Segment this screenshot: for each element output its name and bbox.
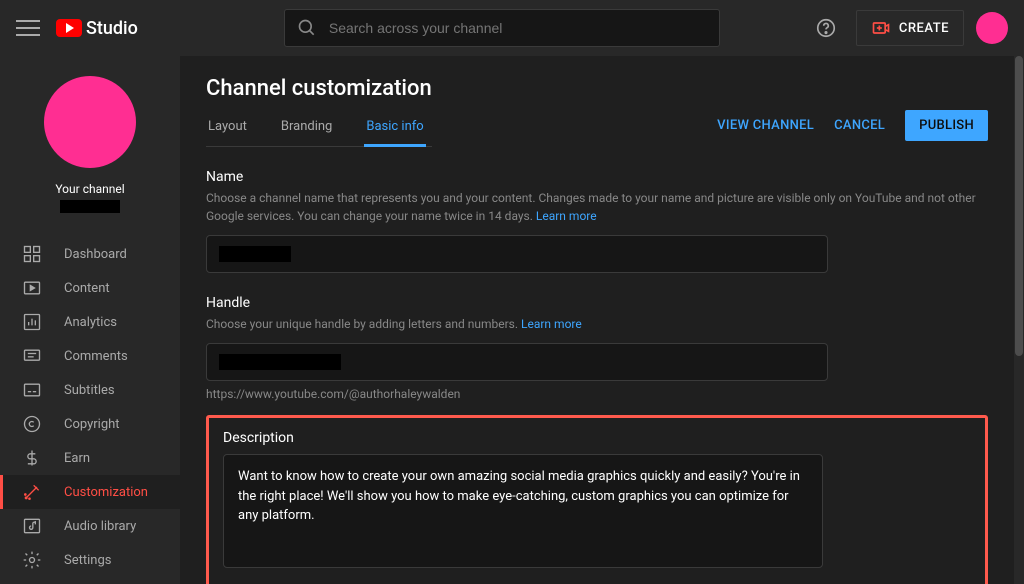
sidebar: Your channel Dashboard Content Analytics…: [0, 56, 180, 584]
name-description: Choose a channel name that represents yo…: [206, 189, 988, 225]
create-label: CREATE: [899, 21, 949, 36]
sidebar-item-copyright[interactable]: Copyright: [0, 407, 180, 441]
nav-label: Subtitles: [64, 383, 115, 398]
sidebar-nav: Dashboard Content Analytics Comments Sub…: [0, 237, 180, 543]
earn-icon: [22, 448, 42, 468]
search-container: [284, 9, 720, 47]
page-actions: VIEW CHANNEL CANCEL PUBLISH: [717, 76, 988, 141]
settings-icon: [22, 550, 42, 570]
name-value-redacted: [219, 246, 291, 262]
nav-label: Copyright: [64, 417, 120, 432]
sidebar-item-dashboard[interactable]: Dashboard: [0, 237, 180, 271]
sidebar-item-customization[interactable]: Customization: [0, 475, 180, 509]
content-icon: [22, 278, 42, 298]
body-layout: Your channel Dashboard Content Analytics…: [0, 56, 1024, 584]
channel-name-redacted: [60, 200, 120, 213]
publish-button[interactable]: PUBLISH: [905, 110, 988, 141]
analytics-icon: [22, 312, 42, 332]
handle-learn-more-link[interactable]: Learn more: [521, 317, 582, 331]
description-highlight-box: Description ADD LANGUAGE: [206, 415, 988, 584]
search-icon: [297, 18, 317, 38]
description-label: Description: [223, 430, 971, 446]
handle-input-field[interactable]: [206, 343, 828, 381]
sidebar-item-earn[interactable]: Earn: [0, 441, 180, 475]
comments-icon: [22, 346, 42, 366]
sidebar-item-comments[interactable]: Comments: [0, 339, 180, 373]
nav-label: Settings: [64, 553, 111, 568]
name-input-field[interactable]: [206, 235, 828, 273]
channel-avatar[interactable]: [44, 76, 136, 168]
tabs: Layout Branding Basic info: [206, 119, 432, 147]
logo-text: Studio: [86, 18, 138, 39]
scrollbar-track[interactable]: [1014, 56, 1024, 584]
sidebar-item-settings[interactable]: Settings: [0, 543, 180, 577]
handle-description: Choose your unique handle by adding lett…: [206, 315, 988, 333]
top-header: Studio CREATE: [0, 0, 1024, 56]
tab-branding[interactable]: Branding: [279, 119, 334, 146]
sidebar-item-audio-library[interactable]: Audio library: [0, 509, 180, 543]
tab-basic-info[interactable]: Basic info: [364, 119, 425, 146]
account-avatar[interactable]: [976, 12, 1008, 44]
help-icon[interactable]: [808, 10, 844, 46]
sidebar-bottom: Settings Send feedback: [0, 543, 180, 584]
nav-label: Content: [64, 281, 110, 296]
create-plus-icon: [871, 18, 891, 38]
sidebar-item-send-feedback[interactable]: Send feedback: [0, 577, 180, 584]
handle-label: Handle: [206, 295, 988, 311]
name-section: Name Choose a channel name that represen…: [206, 169, 988, 273]
page-title: Channel customization: [206, 76, 432, 101]
view-channel-link[interactable]: VIEW CHANNEL: [717, 118, 814, 133]
nav-label: Customization: [64, 485, 148, 500]
search-field[interactable]: [284, 9, 720, 47]
description-textarea[interactable]: [238, 467, 808, 551]
dashboard-icon: [22, 244, 42, 264]
sidebar-item-content[interactable]: Content: [0, 271, 180, 305]
name-learn-more-link[interactable]: Learn more: [536, 209, 597, 223]
description-field[interactable]: [223, 454, 823, 568]
customization-icon: [22, 482, 42, 502]
main-content: Channel customization Layout Branding Ba…: [180, 56, 1014, 584]
description-section-wrapper: Description ADD LANGUAGE: [206, 415, 988, 584]
menu-icon[interactable]: [16, 16, 40, 40]
channel-label: Your channel: [55, 182, 124, 196]
sidebar-item-analytics[interactable]: Analytics: [0, 305, 180, 339]
create-button[interactable]: CREATE: [856, 10, 964, 46]
tab-layout[interactable]: Layout: [206, 119, 249, 146]
search-input[interactable]: [329, 20, 707, 36]
subtitles-icon: [22, 380, 42, 400]
nav-label: Audio library: [64, 519, 136, 534]
nav-label: Comments: [64, 349, 128, 364]
nav-label: Dashboard: [64, 247, 127, 262]
page-header: Channel customization Layout Branding Ba…: [206, 76, 988, 147]
nav-label: Earn: [64, 451, 90, 466]
name-label: Name: [206, 169, 988, 185]
header-actions: CREATE: [808, 10, 1008, 46]
cancel-button[interactable]: CANCEL: [834, 118, 885, 133]
copyright-icon: [22, 414, 42, 434]
youtube-play-icon: [56, 19, 82, 37]
audio-library-icon: [22, 516, 42, 536]
nav-label: Analytics: [64, 315, 117, 330]
channel-block: Your channel: [0, 56, 180, 227]
handle-value-redacted: [219, 354, 341, 370]
handle-url: https://www.youtube.com/@authorhaleywald…: [206, 387, 988, 401]
handle-section: Handle Choose your unique handle by addi…: [206, 295, 988, 401]
sidebar-item-subtitles[interactable]: Subtitles: [0, 373, 180, 407]
studio-logo[interactable]: Studio: [56, 18, 138, 39]
scrollbar-thumb[interactable]: [1015, 56, 1023, 356]
